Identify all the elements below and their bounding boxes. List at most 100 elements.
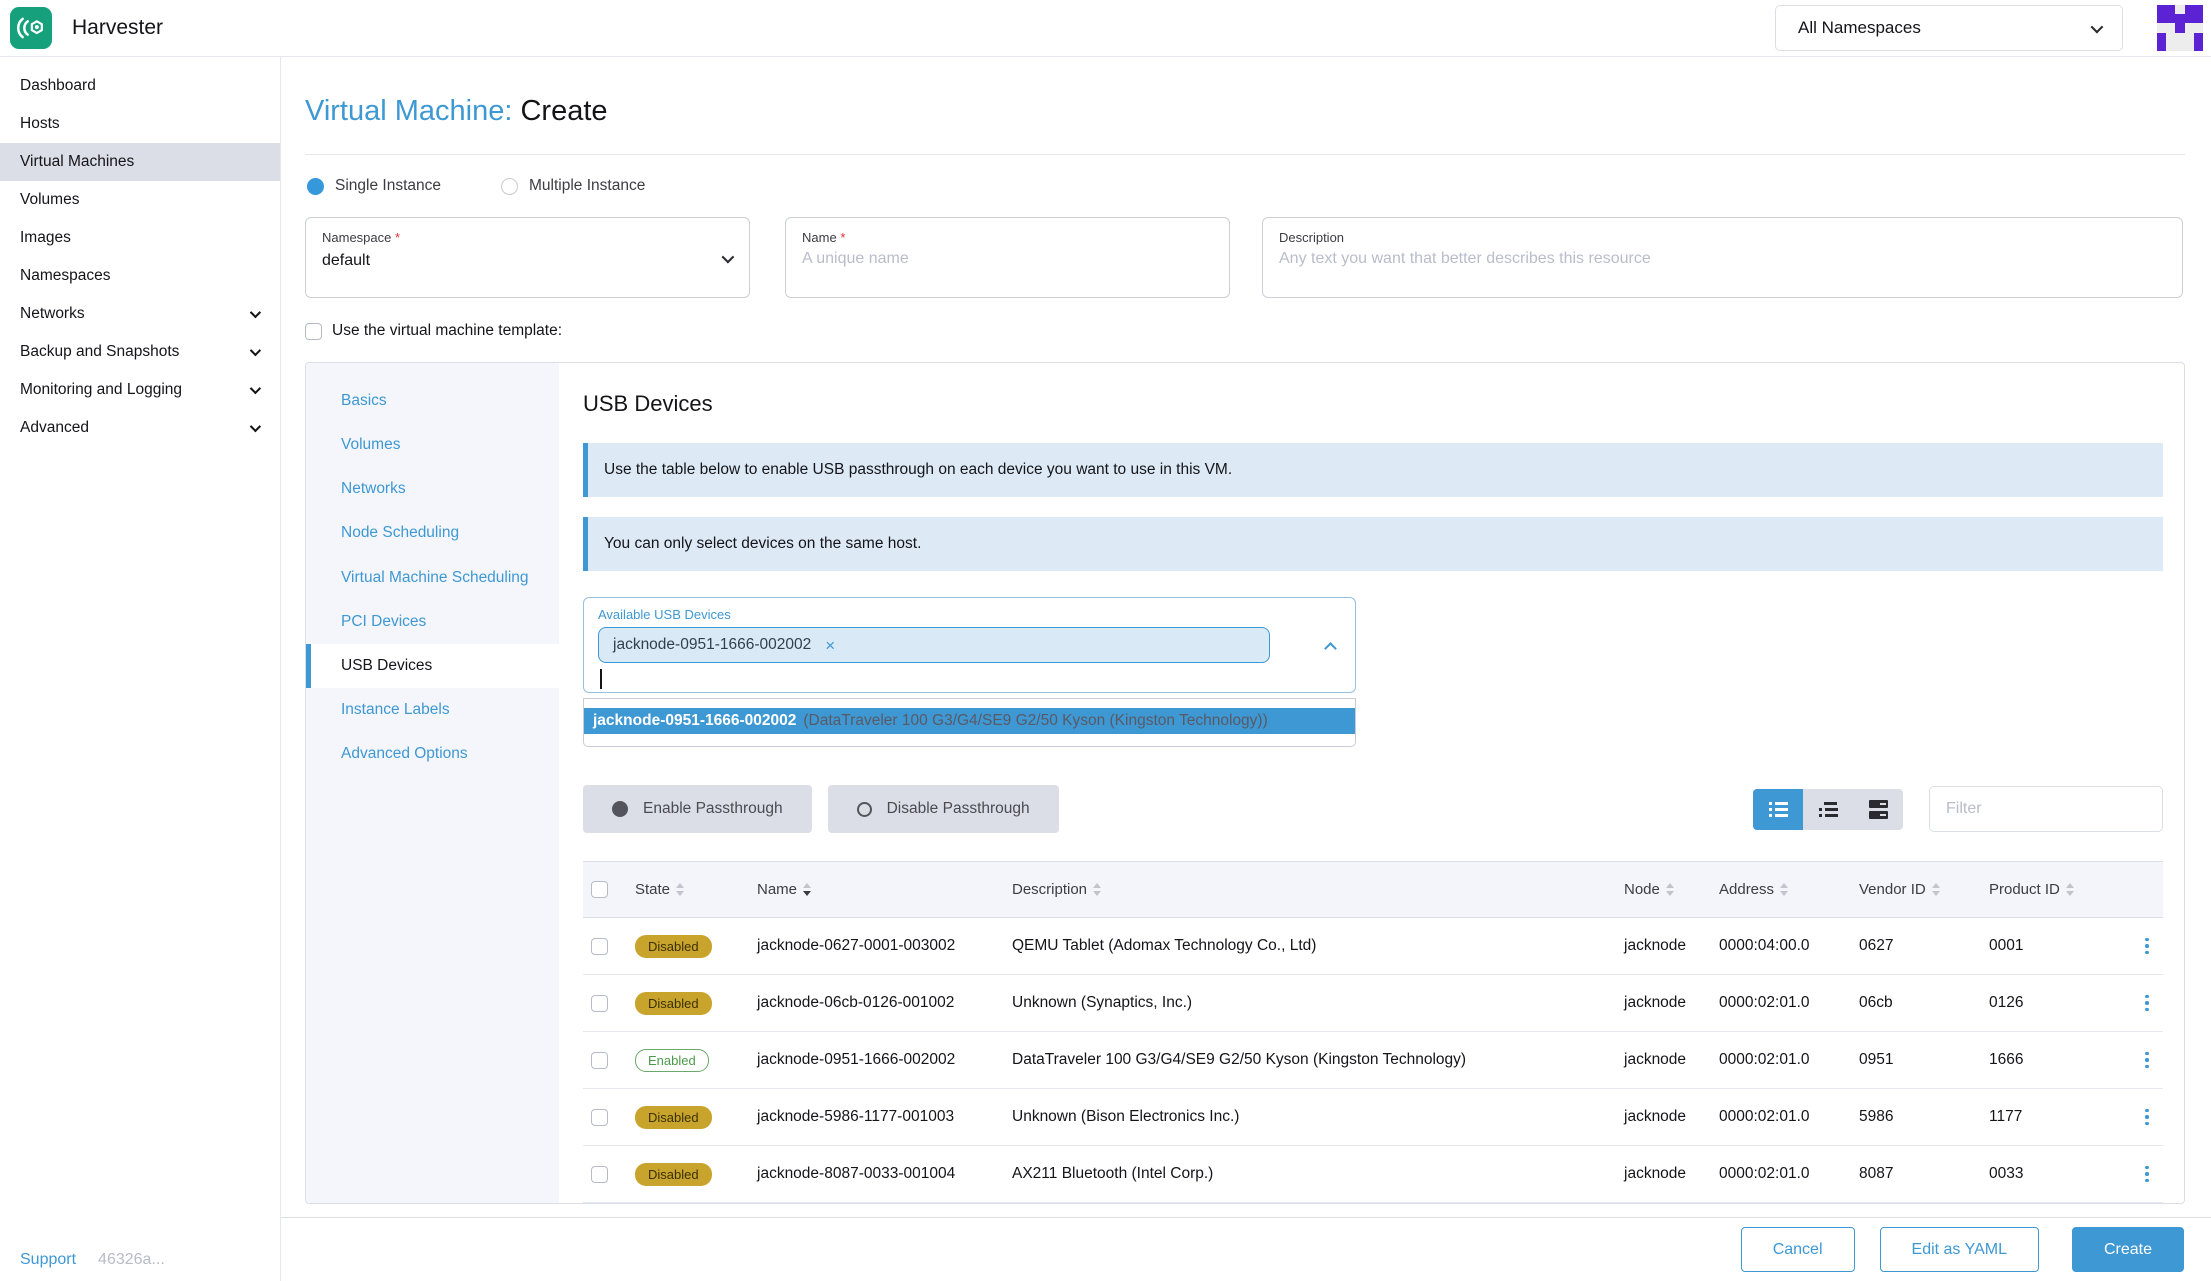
sidebar-item-hosts[interactable]: Hosts (0, 105, 280, 143)
namespace-select[interactable]: Namespace * default (305, 217, 750, 298)
device-description: Unknown (Synaptics, Inc.) (1012, 994, 1193, 1011)
device-name: jacknode-0627-0001-003002 (757, 937, 956, 954)
column-header-product-id[interactable]: Product ID (1989, 881, 2131, 898)
status-badge: Enabled (635, 1048, 709, 1072)
device-description: DataTraveler 100 G3/G4/SE9 G2/50 Kyson (… (1012, 1051, 1467, 1068)
row-checkbox[interactable] (591, 994, 608, 1012)
usb-device-option[interactable]: jacknode-0951-1666-002002 (DataTraveler … (584, 708, 1355, 734)
device-vendor-id: 06cb (1859, 994, 1893, 1011)
row-checkbox[interactable] (591, 1165, 608, 1183)
sort-icon (1780, 883, 1789, 896)
user-avatar[interactable] (2157, 5, 2203, 51)
sort-icon (1665, 883, 1674, 896)
namespace-filter-select[interactable]: All Namespaces (1775, 5, 2123, 51)
usb-devices-table: State Name Description Node Address Vend… (583, 861, 2163, 1203)
column-header-vendor-id[interactable]: Vendor ID (1859, 881, 1989, 898)
device-product-id: 0033 (1989, 1165, 2024, 1182)
column-header-address[interactable]: Address (1719, 881, 1859, 898)
sidebar-item-virtual-machines[interactable]: Virtual Machines (0, 143, 280, 181)
filter-input[interactable] (1929, 786, 2163, 832)
device-vendor-id: 5986 (1859, 1108, 1894, 1125)
info-banner-same-host: You can only select devices on the same … (583, 517, 2163, 571)
tab-node-scheduling[interactable]: Node Scheduling (306, 511, 559, 555)
page-title: Virtual Machine: Create (305, 95, 2185, 128)
tab-basics[interactable]: Basics (306, 379, 559, 423)
create-button[interactable]: Create (2071, 1227, 2184, 1272)
card-view-button[interactable] (1853, 788, 1903, 830)
sidebar-item-volumes[interactable]: Volumes (0, 181, 280, 219)
device-vendor-id: 0627 (1859, 937, 1894, 954)
sidebar-item-namespaces[interactable]: Namespaces (0, 257, 280, 295)
device-name: jacknode-0951-1666-002002 (757, 1051, 956, 1068)
tab-virtual-machine-scheduling[interactable]: Virtual Machine Scheduling (306, 556, 559, 600)
tab-instance-labels[interactable]: Instance Labels (306, 688, 559, 732)
select-all-checkbox[interactable] (591, 881, 608, 898)
tab-volumes[interactable]: Volumes (306, 423, 559, 467)
device-product-id: 1666 (1989, 1051, 2024, 1068)
sidebar: Dashboard Hosts Virtual Machines Volumes… (0, 57, 281, 1281)
card-view-icon (1868, 799, 1888, 819)
table-row: Enabled jacknode-0951-1666-002002 DataTr… (583, 1032, 2163, 1089)
table-row: Disabled jacknode-5986-1177-001003 Unkno… (583, 1089, 2163, 1146)
name-input[interactable] (802, 250, 1213, 268)
usb-devices-heading: USB Devices (583, 391, 713, 416)
description-input[interactable] (1279, 250, 2166, 268)
row-actions-menu[interactable] (2145, 1051, 2149, 1069)
support-link[interactable]: Support (20, 1251, 76, 1269)
list-view-icon (1768, 801, 1788, 817)
divider (305, 154, 2185, 155)
template-checkbox[interactable] (305, 322, 322, 340)
column-header-name[interactable]: Name (757, 881, 1012, 898)
sidebar-item-networks[interactable]: Networks (0, 295, 280, 333)
sidebar-item-images[interactable]: Images (0, 219, 280, 257)
disable-passthrough-button[interactable]: Disable Passthrough (827, 785, 1059, 833)
status-badge: Disabled (635, 1105, 712, 1129)
sidebar-item-backup-and-snapshots[interactable]: Backup and Snapshots (0, 333, 280, 371)
row-actions-menu[interactable] (2145, 994, 2149, 1012)
row-actions-menu[interactable] (2145, 1108, 2149, 1126)
device-product-id: 1177 (1989, 1108, 2023, 1125)
device-address: 0000:04:00.0 (1719, 937, 1810, 954)
sort-icon (1931, 883, 1940, 896)
row-checkbox[interactable] (591, 1051, 608, 1069)
name-field[interactable]: Name * (785, 217, 1230, 298)
device-name: jacknode-8087-0033-001004 (757, 1165, 956, 1182)
device-vendor-id: 8087 (1859, 1165, 1894, 1182)
status-badge: Disabled (635, 934, 712, 958)
tab-advanced-options[interactable]: Advanced Options (306, 732, 559, 776)
sidebar-item-dashboard[interactable]: Dashboard (0, 67, 280, 105)
row-actions-menu[interactable] (2145, 1165, 2149, 1183)
edit-as-yaml-button[interactable]: Edit as YAML (1879, 1227, 2039, 1272)
row-checkbox[interactable] (591, 937, 608, 955)
grouped-view-button[interactable] (1803, 788, 1853, 830)
row-actions-menu[interactable] (2145, 937, 2149, 955)
column-header-state[interactable]: State (635, 881, 757, 898)
remove-tag-icon[interactable]: × (825, 637, 835, 654)
multiple-instance-radio[interactable]: Multiple Instance (501, 177, 645, 195)
page-title-action: Create (520, 95, 608, 127)
column-header-node[interactable]: Node (1624, 881, 1719, 898)
device-description: QEMU Tablet (Adomax Technology Co., Ltd) (1012, 937, 1317, 954)
sort-icon (676, 883, 685, 896)
sidebar-item-advanced[interactable]: Advanced (0, 409, 280, 447)
device-product-id: 0126 (1989, 994, 2024, 1011)
grouped-view-icon (1818, 801, 1838, 817)
chevron-up-icon[interactable] (1324, 642, 1337, 655)
brand-name: Harvester (72, 16, 164, 39)
template-checkbox-row: Use the virtual machine template: (305, 322, 2185, 340)
device-node: jacknode (1624, 1051, 1687, 1068)
device-address: 0000:02:01.0 (1719, 1051, 1810, 1068)
tab-networks[interactable]: Networks (306, 467, 559, 511)
single-instance-radio[interactable]: Single Instance (307, 177, 441, 195)
available-usb-devices-picker[interactable]: Available USB Devices jacknode-0951-1666… (583, 597, 1356, 693)
cancel-button[interactable]: Cancel (1740, 1227, 1855, 1272)
chevron-down-icon (249, 306, 262, 319)
column-header-description[interactable]: Description (1012, 881, 1624, 898)
tab-usb-devices[interactable]: USB Devices (306, 643, 559, 688)
description-field[interactable]: Description (1262, 217, 2183, 298)
row-checkbox[interactable] (591, 1108, 608, 1126)
tab-pci-devices[interactable]: PCI Devices (306, 600, 559, 644)
enable-passthrough-button[interactable]: Enable Passthrough (583, 785, 812, 833)
sidebar-item-monitoring-and-logging[interactable]: Monitoring and Logging (0, 371, 280, 409)
list-view-button[interactable] (1753, 788, 1803, 830)
